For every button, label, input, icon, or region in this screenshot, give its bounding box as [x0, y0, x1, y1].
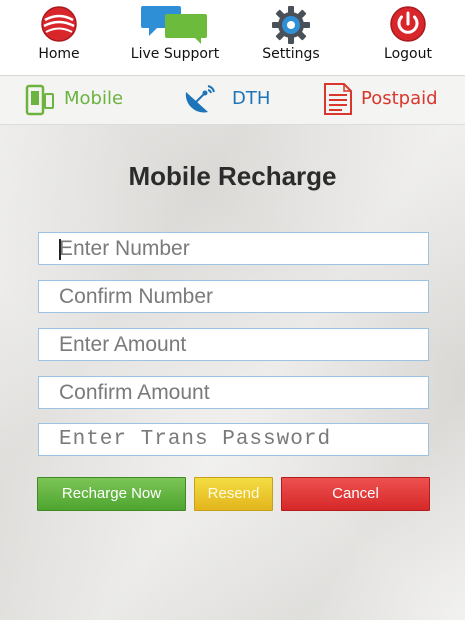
nav-logout[interactable]: Logout — [367, 0, 449, 75]
top-nav: Home Live Support Settings Logout — [0, 0, 465, 76]
cancel-button[interactable]: Cancel — [281, 477, 430, 511]
recharge-now-button[interactable]: Recharge Now — [37, 477, 186, 511]
enter-number-input[interactable]: Enter Number — [38, 232, 429, 265]
gear-icon — [270, 4, 312, 50]
tab-postpaid[interactable]: Postpaid — [322, 76, 452, 124]
trans-password-placeholder: Enter Trans Password — [59, 428, 332, 451]
bill-icon — [322, 82, 354, 120]
enter-number-placeholder: Enter Number — [59, 237, 190, 260]
recharge-form-panel: Mobile Recharge Enter Number Confirm Num… — [0, 125, 465, 620]
nav-logout-label: Logout — [384, 46, 432, 62]
tab-postpaid-label: Postpaid — [361, 88, 438, 109]
enter-amount-placeholder: Enter Amount — [59, 333, 187, 356]
enter-amount-input[interactable]: Enter Amount — [38, 328, 429, 361]
power-icon — [388, 4, 428, 48]
nav-home[interactable]: Home — [18, 0, 100, 75]
nav-settings[interactable]: Settings — [250, 0, 332, 75]
nav-live-support[interactable]: Live Support — [125, 0, 225, 75]
confirm-number-input[interactable]: Confirm Number — [38, 280, 429, 313]
nav-live-support-label: Live Support — [130, 46, 220, 62]
confirm-amount-input[interactable]: Confirm Amount — [38, 376, 429, 409]
trans-password-input[interactable]: Enter Trans Password — [38, 423, 429, 456]
page-title: Mobile Recharge — [128, 161, 337, 191]
nav-home-label: Home — [38, 46, 80, 62]
tab-mobile[interactable]: Mobile — [24, 76, 144, 124]
chat-bubbles-icon — [137, 4, 213, 48]
confirm-number-placeholder: Confirm Number — [59, 285, 214, 308]
satellite-dish-icon — [182, 82, 218, 120]
resend-button[interactable]: Resend — [194, 477, 273, 511]
tab-dth[interactable]: DTH — [182, 76, 282, 124]
text-cursor — [59, 239, 61, 260]
recharge-type-tabs: Mobile DTH Postpaid — [0, 76, 465, 125]
mobile-phone-icon — [24, 84, 56, 120]
tab-mobile-label: Mobile — [64, 88, 124, 109]
tab-dth-label: DTH — [232, 88, 271, 109]
nav-settings-label: Settings — [262, 46, 320, 62]
home-logo-icon — [39, 4, 79, 48]
confirm-amount-placeholder: Confirm Amount — [59, 381, 210, 404]
